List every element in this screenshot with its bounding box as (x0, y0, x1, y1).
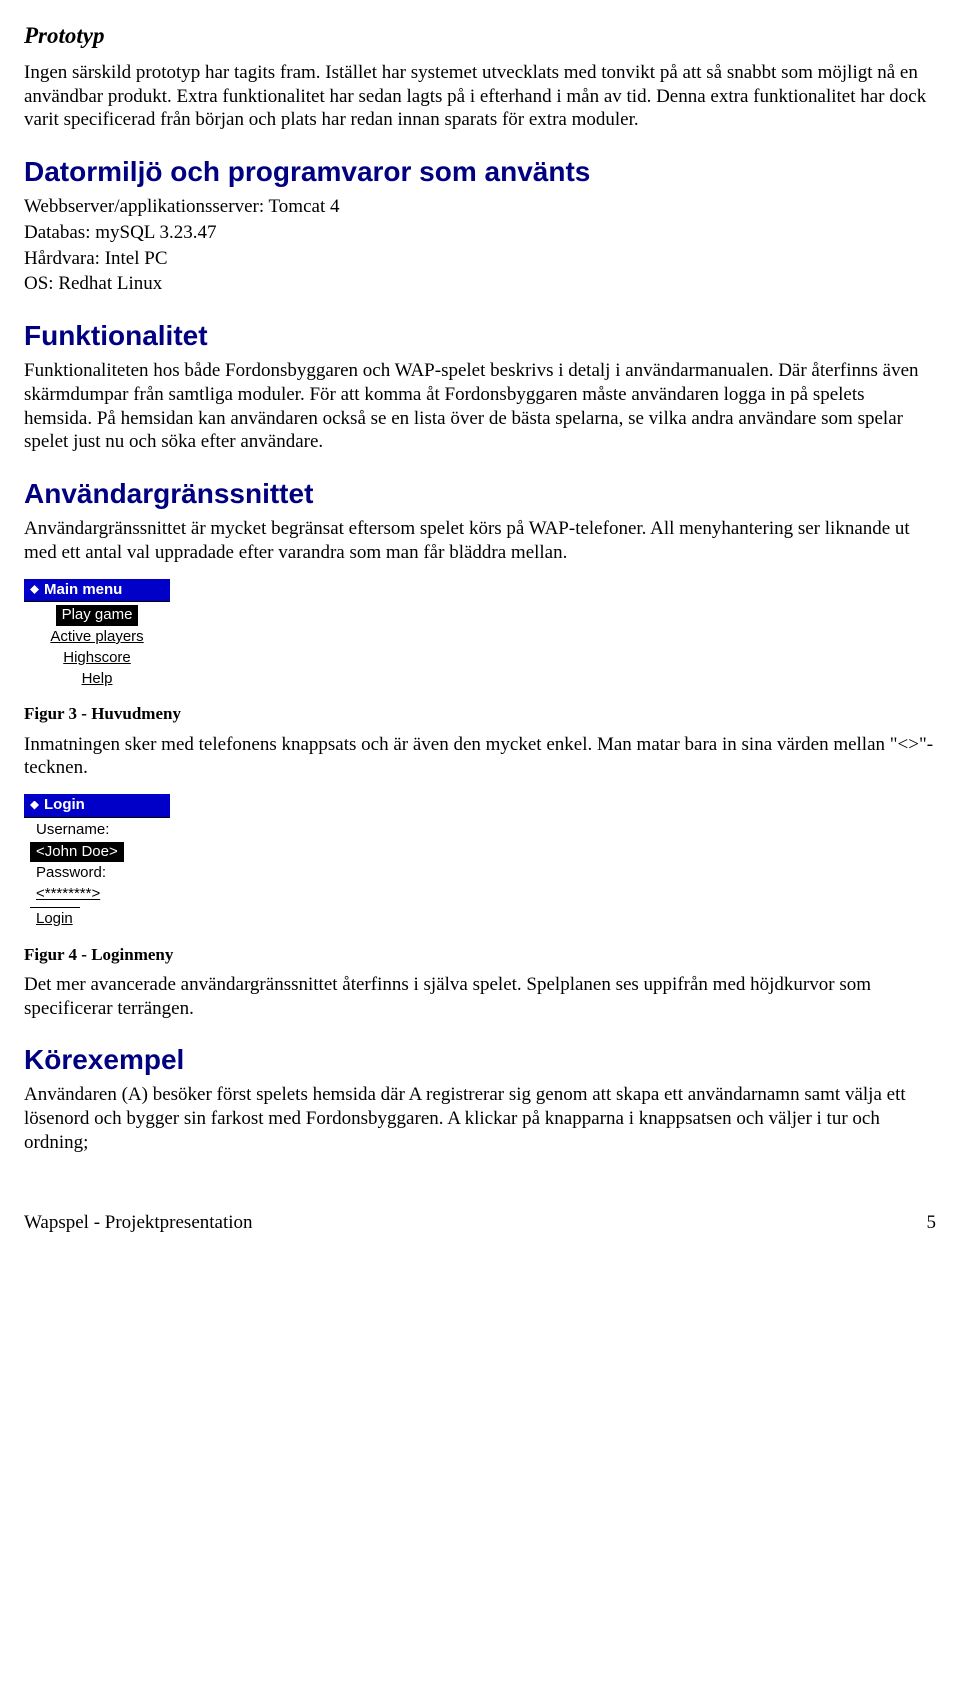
para-ui: Användargränssnittet är mycket begränsat… (24, 517, 936, 565)
footer: Wapspel - Projektpresentation 5 (24, 1211, 936, 1235)
wap-menu-item-active[interactable]: Active players (24, 627, 170, 648)
caption-fig3: Figur 3 - Huvudmeny (24, 703, 936, 724)
wap-menu-title: Main menu (24, 579, 170, 603)
login-password-label: Password: (30, 863, 164, 884)
env-line-1: Databas: mySQL 3.23.47 (24, 221, 936, 245)
para-funktionalitet: Funktionaliteten hos både Fordonsbyggare… (24, 359, 936, 454)
caption-fig4: Figur 4 - Loginmeny (24, 944, 936, 965)
login-username-label: Username: (30, 820, 164, 841)
wap-menu-item-highscore[interactable]: Highscore (24, 648, 170, 669)
para-adv-ui: Det mer avancerade användargränssnittet … (24, 973, 936, 1021)
footer-page-number: 5 (927, 1211, 937, 1235)
para-korexempel: Användaren (A) besöker först spelets hem… (24, 1083, 936, 1154)
heading-korexempel: Körexempel (24, 1042, 936, 1077)
login-action[interactable]: Login (30, 907, 80, 930)
wap-menu-body: Play game Active players Highscore Help (24, 602, 170, 691)
heading-prototyp: Prototyp (24, 22, 936, 51)
env-line-0: Webbserver/applikationsserver: Tomcat 4 (24, 195, 936, 219)
env-line-3: OS: Redhat Linux (24, 272, 936, 296)
wap-menu-item-play[interactable]: Play game (56, 605, 139, 626)
heading-funktionalitet: Funktionalitet (24, 318, 936, 353)
heading-ui: Användargränssnittet (24, 476, 936, 511)
heading-datormiljo: Datormiljö och programvaror som använts (24, 154, 936, 189)
login-password-value[interactable]: <********> (30, 884, 164, 905)
wap-login: Login Username: <John Doe> Password: <**… (24, 794, 170, 932)
wap-login-title: Login (24, 794, 170, 818)
footer-left: Wapspel - Projektpresentation (24, 1211, 253, 1235)
wap-main-menu: Main menu Play game Active players Highs… (24, 579, 170, 692)
para-input-desc: Inmatningen sker med telefonens knappsat… (24, 733, 936, 781)
para-prototyp: Ingen särskild prototyp har tagits fram.… (24, 61, 936, 132)
login-username-value[interactable]: <John Doe> (30, 842, 124, 863)
env-line-2: Hårdvara: Intel PC (24, 247, 936, 271)
wap-menu-item-help[interactable]: Help (24, 669, 170, 690)
